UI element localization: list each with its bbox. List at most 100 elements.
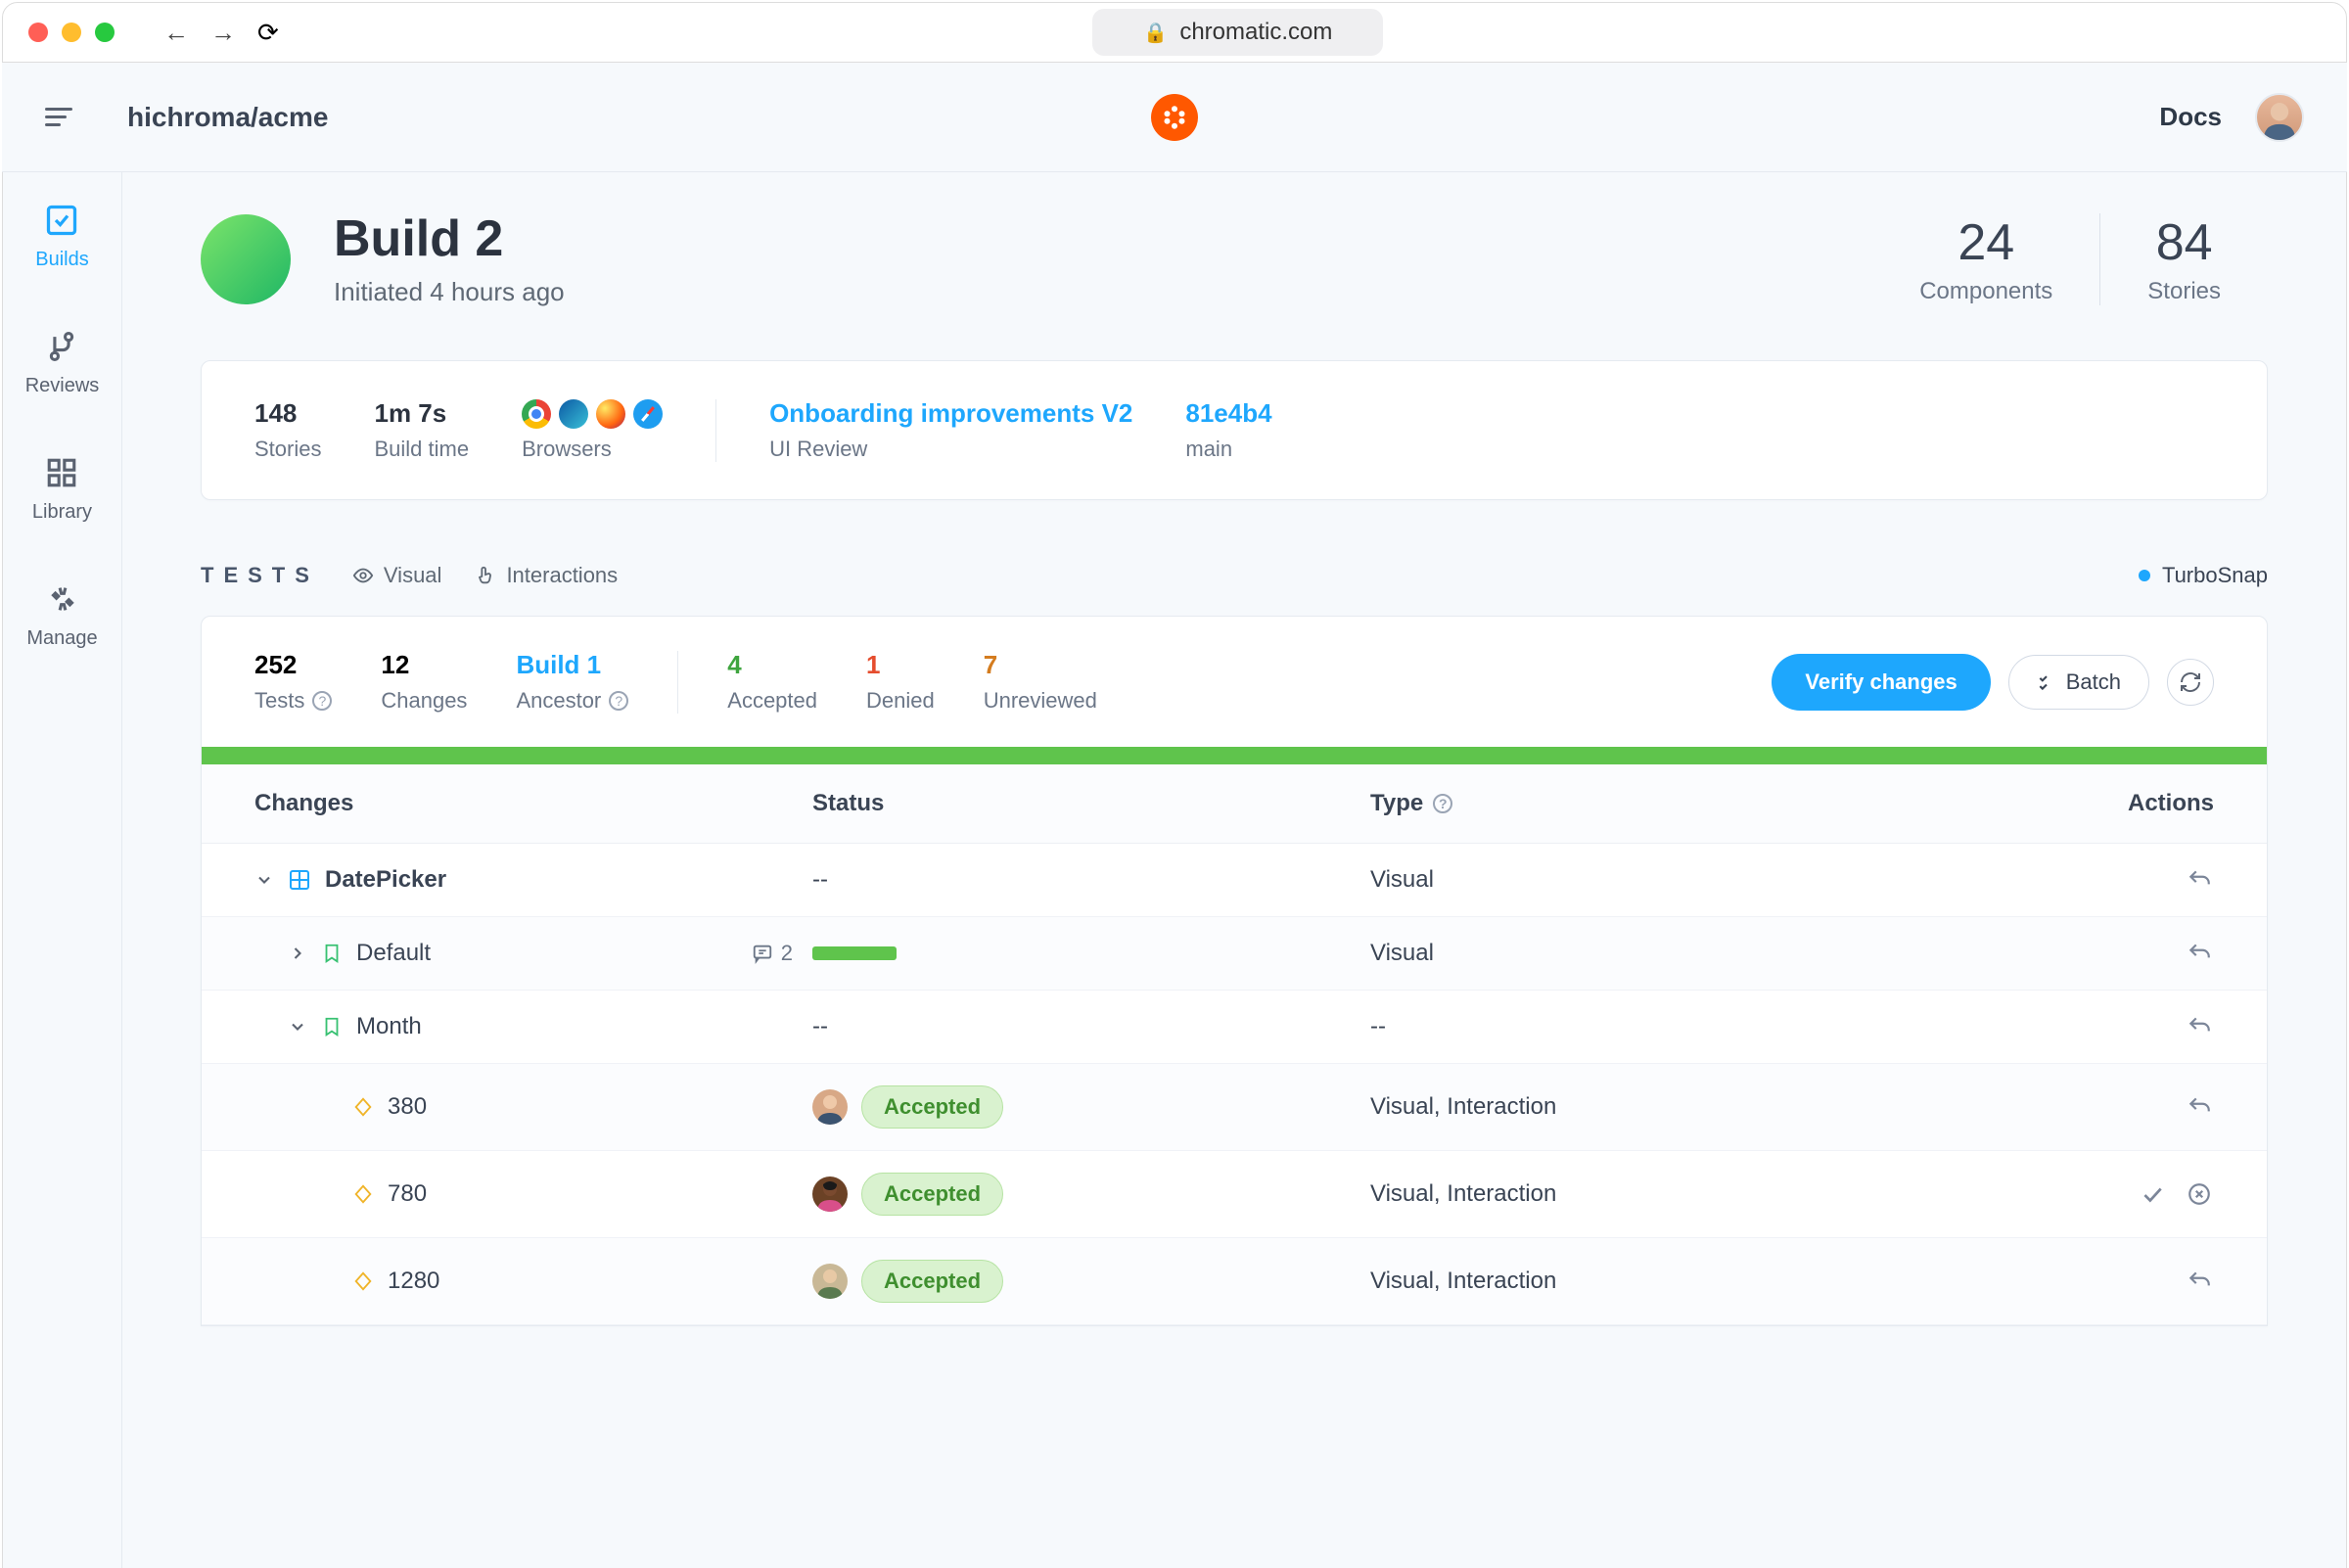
ancestor-link[interactable]: Build 1 — [516, 650, 628, 680]
undo-icon[interactable] — [2185, 1012, 2214, 1041]
tests-label: TESTS — [201, 563, 319, 588]
stories-stat: 84 Stories — [2100, 213, 2268, 305]
chrome-icon — [522, 399, 551, 429]
filter-interactions[interactable]: Interactions — [475, 563, 618, 588]
reviewer-avatar[interactable] — [812, 1089, 848, 1125]
help-icon[interactable]: ? — [312, 691, 332, 711]
library-icon — [43, 454, 80, 491]
ui-review-link[interactable]: Onboarding improvements V2 — [769, 398, 1132, 429]
batch-button[interactable]: Batch — [2008, 655, 2149, 710]
table-row[interactable]: 780 Accepted Visual, Interaction — [202, 1151, 2267, 1238]
undo-icon[interactable] — [2185, 939, 2214, 968]
info-commit: 81e4b4 main — [1185, 398, 1271, 462]
edge-icon — [559, 399, 588, 429]
table-row[interactable]: Default 2 Visual — [202, 917, 2267, 991]
main-content: Build 2 Initiated 4 hours ago 24 Compone… — [122, 65, 2346, 1568]
verify-changes-button[interactable]: Verify changes — [1772, 654, 1990, 711]
divider — [715, 399, 716, 462]
divider — [677, 651, 678, 714]
browser-chrome: ← → ⟳ 🔒 chromatic.com — [2, 2, 2347, 63]
table-row[interactable]: 1280 Accepted Visual, Interaction — [202, 1238, 2267, 1325]
lock-icon: 🔒 — [1143, 21, 1168, 45]
info-browsers: Browsers — [522, 399, 663, 462]
table-header: Changes Status Type? Actions — [202, 764, 2267, 844]
status-badge: Accepted — [861, 1260, 1003, 1303]
tests-summary: 252 Tests? 12 Changes Build 1 Ancestor? … — [202, 617, 2267, 747]
sidebar-item-library[interactable]: Library — [32, 454, 92, 524]
bookmark-icon — [321, 943, 343, 964]
filter-visual[interactable]: Visual — [352, 563, 442, 588]
help-icon[interactable]: ? — [1433, 794, 1452, 813]
chevron-right-icon[interactable] — [288, 944, 307, 963]
reload-button[interactable]: ⟳ — [257, 18, 279, 48]
summary-changes: 12 Changes — [381, 650, 467, 714]
deny-icon[interactable] — [2185, 1179, 2214, 1209]
summary-denied: 1 Denied — [866, 650, 935, 714]
sidebar-item-manage[interactable]: Manage — [26, 580, 97, 650]
minimize-window[interactable] — [62, 23, 81, 42]
undo-icon[interactable] — [2185, 1092, 2214, 1122]
summary-ancestor: Build 1 Ancestor? — [516, 650, 628, 714]
address-bar[interactable]: 🔒 chromatic.com — [1092, 9, 1383, 56]
maximize-window[interactable] — [95, 23, 115, 42]
chevron-down-icon[interactable] — [288, 1017, 307, 1037]
menu-toggle-icon[interactable] — [45, 98, 84, 137]
diamond-icon — [352, 1183, 374, 1205]
summary-tests: 252 Tests? — [254, 650, 332, 714]
manage-icon — [44, 580, 81, 618]
summary-unreviewed: 7 Unreviewed — [984, 650, 1097, 714]
tests-card: 252 Tests? 12 Changes Build 1 Ancestor? … — [201, 616, 2268, 1326]
safari-icon — [633, 399, 663, 429]
forward-button[interactable]: → — [210, 18, 236, 48]
diamond-icon — [352, 1096, 374, 1118]
turbosnap-dot-icon — [2139, 570, 2150, 581]
url-text: chromatic.com — [1179, 19, 1332, 46]
accept-icon[interactable] — [2138, 1179, 2167, 1209]
components-stat: 24 Components — [1872, 213, 2100, 305]
status-badge: Accepted — [861, 1085, 1003, 1129]
chevron-down-icon[interactable] — [254, 870, 274, 890]
sidebar: Builds Reviews Library Manage — [3, 65, 122, 1568]
app-header: hichroma/acme Docs — [2, 63, 2347, 172]
build-header: Build 2 Initiated 4 hours ago 24 Compone… — [201, 211, 2268, 307]
back-button[interactable]: ← — [163, 18, 189, 48]
eye-icon — [352, 565, 374, 586]
docs-link[interactable]: Docs — [2159, 102, 2222, 132]
undo-icon[interactable] — [2185, 865, 2214, 895]
reviews-icon — [43, 328, 80, 365]
diamond-icon — [352, 1270, 374, 1292]
builds-icon — [43, 202, 80, 239]
window-controls — [28, 23, 115, 42]
help-icon[interactable]: ? — [609, 691, 628, 711]
bookmark-icon — [321, 1016, 343, 1038]
build-subtitle: Initiated 4 hours ago — [334, 277, 565, 307]
table-row[interactable]: Month -- -- — [202, 991, 2267, 1064]
comment-icon — [752, 943, 773, 964]
user-avatar[interactable] — [2255, 93, 2304, 142]
refresh-button[interactable] — [2167, 659, 2214, 706]
turbosnap-indicator[interactable]: TurboSnap — [2139, 563, 2268, 588]
chromatic-logo-icon[interactable] — [1151, 94, 1198, 141]
build-info-card: 148 Stories 1m 7s Build time Browsers On… — [201, 360, 2268, 500]
tests-heading: TESTS Visual Interactions TurboSnap — [201, 563, 2268, 588]
status-bar-segment — [812, 946, 897, 960]
close-window[interactable] — [28, 23, 48, 42]
firefox-icon — [596, 399, 625, 429]
sidebar-item-builds[interactable]: Builds — [35, 202, 88, 271]
nav-arrows: ← → — [163, 18, 236, 48]
pointer-icon — [475, 565, 496, 586]
build-status-icon — [201, 214, 291, 304]
table-row[interactable]: DatePicker -- Visual — [202, 844, 2267, 917]
breadcrumb[interactable]: hichroma/acme — [127, 102, 328, 133]
reviewer-avatar[interactable] — [812, 1176, 848, 1212]
summary-accepted: 4 Accepted — [727, 650, 817, 714]
info-stories: 148 Stories — [254, 398, 321, 462]
sidebar-item-reviews[interactable]: Reviews — [25, 328, 100, 397]
info-buildtime: 1m 7s Build time — [374, 398, 469, 462]
table-row[interactable]: 380 Accepted Visual, Interaction — [202, 1064, 2267, 1151]
commit-link[interactable]: 81e4b4 — [1185, 398, 1271, 429]
comment-count[interactable]: 2 — [752, 941, 793, 966]
info-review: Onboarding improvements V2 UI Review — [769, 398, 1132, 462]
reviewer-avatar[interactable] — [812, 1264, 848, 1299]
undo-icon[interactable] — [2185, 1267, 2214, 1296]
